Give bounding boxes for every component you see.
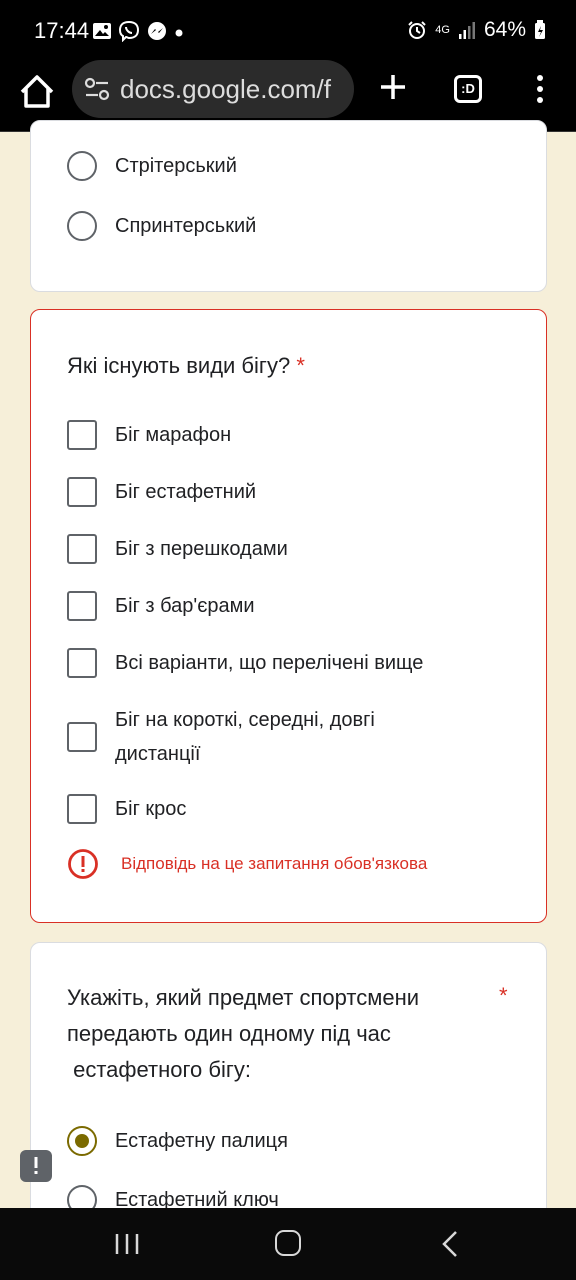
- home-icon[interactable]: [18, 72, 56, 112]
- question-text: Які існують види бігу?: [67, 353, 291, 378]
- checkbox-option[interactable]: Біг марафон: [67, 418, 231, 452]
- back-icon[interactable]: [440, 1230, 460, 1258]
- network-type: 4G: [435, 23, 450, 36]
- checkbox-option[interactable]: Біг на короткі, середні, довгі дистанції: [67, 703, 425, 771]
- nav-home-icon[interactable]: [275, 1230, 301, 1256]
- alarm-icon: [408, 21, 426, 39]
- checkbox[interactable]: [67, 722, 97, 752]
- option-label: Естафетну палиця: [115, 1130, 288, 1152]
- dot-icon: [175, 29, 183, 37]
- checkbox-option[interactable]: Всі варіанти, що перелічені вище: [67, 646, 423, 680]
- option-label: Всі варіанти, що перелічені вище: [115, 652, 424, 674]
- checkbox-option[interactable]: Біг крос: [67, 792, 186, 826]
- error-icon: [68, 849, 98, 879]
- checkbox[interactable]: [67, 648, 97, 678]
- radio-option[interactable]: Естафетну палиця: [67, 1124, 288, 1158]
- radio-option[interactable]: Стрітерський: [67, 149, 237, 183]
- checkbox[interactable]: [67, 591, 97, 621]
- option-label: Біг естафетний: [115, 481, 257, 503]
- battery-icon: [535, 20, 545, 39]
- url-bar[interactable]: docs.google.com/f: [72, 60, 354, 118]
- url-text: docs.google.com/f: [120, 74, 332, 104]
- checkbox[interactable]: [67, 477, 97, 507]
- required-asterisk: *: [499, 983, 508, 1008]
- viber-icon: [118, 20, 140, 42]
- checkbox[interactable]: [67, 534, 97, 564]
- question-line: естафетного бігу:: [67, 1057, 251, 1082]
- option-label: Стрітерський: [115, 155, 237, 177]
- checkbox-option[interactable]: Біг з перешкодами: [67, 532, 288, 566]
- notification-icons: [92, 20, 184, 42]
- report-icon: [24, 1157, 38, 1178]
- status-time: 17:44: [34, 18, 90, 43]
- option-label: Біг крос: [115, 798, 187, 820]
- checkbox[interactable]: [67, 794, 97, 824]
- question-card-relay-object: Укажіть, який предмет спортсмени передаю…: [30, 942, 547, 1242]
- question-title: Які існують види бігу? *: [67, 348, 305, 384]
- option-label: Спринтерський: [115, 215, 257, 237]
- status-right: 4G 64%: [407, 18, 546, 42]
- new-tab-icon[interactable]: [378, 72, 408, 102]
- option-label: Біг на короткі, середні, довгі дистанції: [115, 709, 375, 765]
- required-asterisk: *: [296, 353, 305, 378]
- android-nav-bar: [0, 1208, 576, 1280]
- radio-button[interactable]: [67, 151, 97, 181]
- option-label: Біг з бар'єрами: [115, 595, 255, 617]
- question-card-previous: Стрітерський Спринтерський: [30, 120, 547, 292]
- question-card-running-types: Які існують види бігу? * Біг марафон Біг…: [30, 309, 547, 923]
- gallery-icon: [93, 23, 111, 39]
- site-settings-icon[interactable]: [84, 77, 110, 101]
- radio-button-selected[interactable]: [67, 1126, 97, 1156]
- checkbox-option[interactable]: Біг з бар'єрами: [67, 589, 255, 623]
- question-line: Укажіть, який предмет спортсмени: [67, 985, 420, 1010]
- feedback-button[interactable]: [20, 1150, 52, 1182]
- error-message: Відповідь на це запитання обов'язкова: [67, 848, 427, 880]
- error-text: Відповідь на це запитання обов'язкова: [121, 854, 428, 873]
- recent-apps-icon[interactable]: [114, 1232, 140, 1256]
- battery-percent: 64%: [483, 18, 526, 41]
- option-label: Біг з перешкодами: [115, 538, 288, 560]
- status-bar: 17:44 4G 64%: [0, 0, 576, 60]
- more-menu-icon[interactable]: [532, 74, 548, 104]
- signal-icon: [458, 22, 475, 39]
- radio-button[interactable]: [67, 211, 97, 241]
- radio-option[interactable]: Спринтерський: [67, 209, 256, 243]
- checkbox-option[interactable]: Біг естафетний: [67, 475, 256, 509]
- messenger-icon: [148, 22, 166, 40]
- checkbox[interactable]: [67, 420, 97, 450]
- question-title: Укажіть, який предмет спортсмени передаю…: [67, 980, 467, 1088]
- question-line: передають один одному під час: [67, 1021, 391, 1046]
- option-label: Біг марафон: [115, 424, 232, 446]
- tab-switcher-button[interactable]: :D: [454, 75, 482, 103]
